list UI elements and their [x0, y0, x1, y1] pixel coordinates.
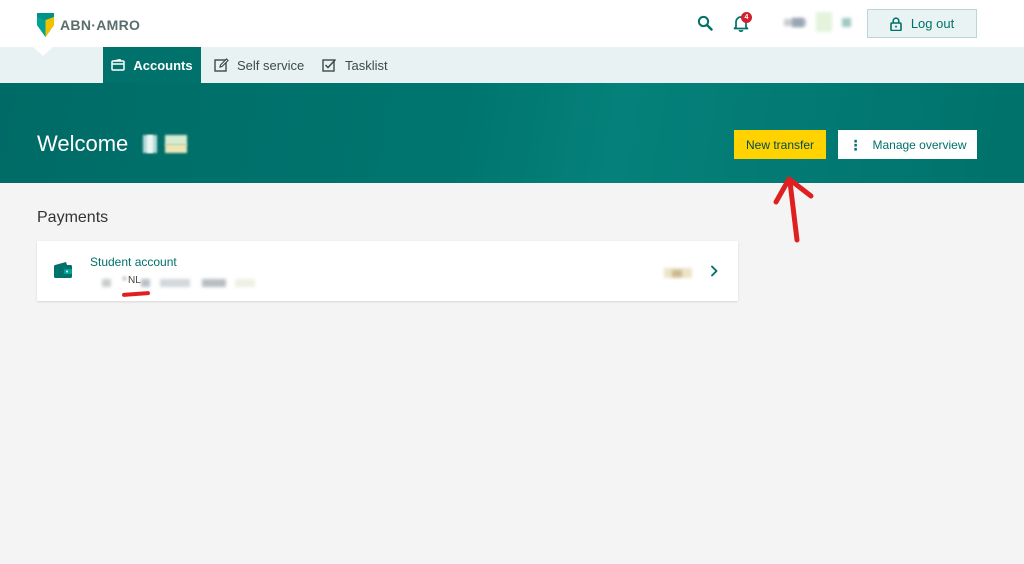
- account-iban: NL: [90, 275, 260, 289]
- account-balance-blurred: [664, 268, 692, 278]
- top-header: ABN·AMRO 4 Log out: [0, 0, 1024, 47]
- user-name-blurred: [143, 135, 189, 155]
- annotation-underline: [121, 291, 151, 297]
- new-transfer-button[interactable]: New transfer: [734, 130, 826, 159]
- tab-accounts[interactable]: Accounts: [103, 47, 201, 83]
- logout-label: Log out: [910, 16, 955, 31]
- wallet-icon: [54, 262, 72, 278]
- tab-tasklist[interactable]: Tasklist: [322, 47, 388, 83]
- tab-tasklist-label: Tasklist: [345, 57, 388, 73]
- nav-notch: [33, 47, 53, 56]
- edit-icon: [214, 58, 229, 72]
- wallet-icon: [111, 59, 126, 71]
- manage-overview-button[interactable]: ⋮ Manage overview: [838, 130, 977, 159]
- shield-logo-icon: [37, 13, 54, 37]
- account-card-student[interactable]: Student account NL: [37, 241, 738, 301]
- notification-badge: 4: [741, 12, 752, 23]
- brand-name: ABN·AMRO: [60, 17, 141, 33]
- logout-button[interactable]: Log out: [867, 9, 977, 38]
- user-profile[interactable]: [782, 12, 852, 34]
- main-nav: Accounts Self service Tasklist: [0, 47, 1024, 83]
- annotation-arrow-icon: [773, 176, 814, 243]
- lock-icon: [890, 16, 902, 31]
- chevron-right-icon: [711, 265, 718, 277]
- welcome-title: Welcome: [37, 131, 129, 156]
- welcome-banner: Welcome New transfer ⋮ Manage overview: [0, 83, 1024, 183]
- search-icon[interactable]: [697, 15, 713, 31]
- payments-title: Payments: [37, 209, 109, 226]
- more-vertical-icon: ⋮: [848, 136, 863, 153]
- brand-logo[interactable]: ABN·AMRO: [37, 13, 140, 37]
- tab-self-service[interactable]: Self service: [214, 47, 304, 83]
- tab-self-service-label: Self service: [237, 57, 305, 73]
- account-name: Student account: [90, 255, 177, 269]
- iban-country-code: NL: [128, 275, 141, 286]
- tab-accounts-label: Accounts: [133, 57, 193, 73]
- manage-overview-label: Manage overview: [872, 137, 967, 152]
- checkbox-icon: [322, 58, 337, 72]
